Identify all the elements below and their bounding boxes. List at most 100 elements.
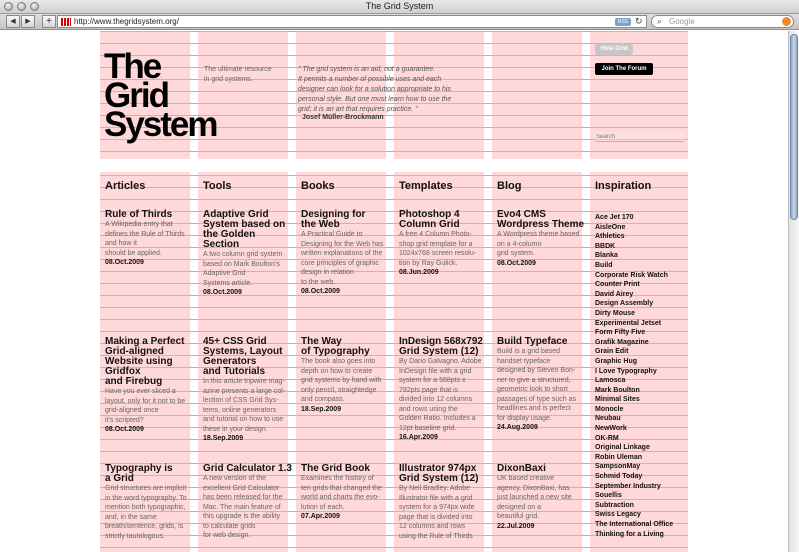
- browser-search-field[interactable]: ⌕ Google: [651, 15, 794, 28]
- section-heading-books[interactable]: Books: [301, 180, 335, 192]
- inspiration-link[interactable]: Grafik Magazine: [595, 338, 673, 348]
- inspiration-link[interactable]: Thinking for a Living: [595, 530, 673, 540]
- inspiration-link[interactable]: Neubau: [595, 414, 673, 424]
- entry-description: designed on a: [497, 503, 541, 511]
- entry-description: grid-aligned once: [105, 407, 159, 414]
- entry-title-link[interactable]: and Tutorials: [203, 367, 293, 377]
- inspiration-link[interactable]: Lamosca: [595, 376, 673, 386]
- inspiration-link[interactable]: Schmid Today: [595, 472, 673, 482]
- inspiration-link[interactable]: Dirty Mouse: [595, 309, 673, 319]
- entry-title-link[interactable]: the Web: [301, 220, 391, 230]
- entry-title-link[interactable]: of Typography: [301, 347, 391, 357]
- entry-title-link[interactable]: Wordpress Theme: [497, 220, 587, 230]
- url-text[interactable]: http://www.thegridsystem.org/: [74, 17, 179, 26]
- entry-title-link[interactable]: Grid System (12): [399, 347, 489, 357]
- entry-description: and how it: [105, 240, 137, 247]
- inspiration-link[interactable]: David Airey: [595, 290, 673, 300]
- address-bar[interactable]: http://www.thegridsystem.org/ RSS ↻: [57, 15, 647, 28]
- entry-title-link[interactable]: Column Grid: [399, 220, 489, 230]
- quote-line: " The grid system is an aid, not a guara…: [298, 66, 436, 73]
- entry-description: A free 4 Column Photo-: [399, 231, 472, 238]
- entry-title-link[interactable]: DixonBaxi: [497, 464, 587, 474]
- inspiration-link[interactable]: Minimal Sites: [595, 395, 673, 405]
- scrollbar-thumb[interactable]: [790, 34, 798, 220]
- entry-title-link[interactable]: the Golden Section: [203, 230, 293, 250]
- entry-card: Illustrator 974px Grid System (12) By Neil…: [399, 464, 489, 541]
- inspiration-link[interactable]: Monocle: [595, 405, 673, 415]
- rss-button[interactable]: RSS: [615, 18, 631, 26]
- entry-description: layout, only for it not to be: [105, 397, 186, 405]
- inspiration-link[interactable]: Subtraction: [595, 501, 673, 511]
- entry-description: 12pt baseline grid.: [399, 424, 457, 432]
- entry-title-link[interactable]: The Grid Book: [301, 464, 391, 474]
- inspiration-link[interactable]: Blanka: [595, 251, 673, 261]
- inspiration-link[interactable]: Counter Print: [595, 280, 673, 290]
- entry-description: divided into 12 columns: [399, 396, 473, 403]
- entry-date: 07.Apr.2009: [301, 513, 340, 520]
- entry-description: defines the Rule of Thirds: [105, 230, 185, 238]
- reload-icon[interactable]: ↻: [635, 16, 643, 27]
- entry-date: 16.Apr.2009: [399, 434, 438, 441]
- inspiration-link[interactable]: Form Fifty Five: [595, 328, 673, 338]
- entry-title-link[interactable]: and Firebug: [105, 377, 195, 387]
- entry-description: Adaptive Grid: [203, 270, 246, 277]
- entry-description: 12 columns and rows: [399, 523, 466, 530]
- entry-card: DixonBaxi UK based creative agency, DixonB…: [497, 464, 587, 531]
- inspiration-link[interactable]: I Love Typography: [595, 367, 673, 377]
- section-heading-tools[interactable]: Tools: [203, 180, 232, 192]
- forward-button[interactable]: ▶: [21, 15, 35, 28]
- entry-title-link[interactable]: Build Typeface: [497, 337, 587, 347]
- site-logo[interactable]: The Grid System: [104, 49, 219, 142]
- entry-description: should be applied.: [105, 249, 162, 257]
- inspiration-link[interactable]: BBDK: [595, 242, 673, 252]
- grid-gap: [100, 159, 688, 172]
- inspiration-link[interactable]: Ace Jet 170: [595, 213, 673, 223]
- inspiration-link[interactable]: Grain Edit: [595, 347, 673, 357]
- inspiration-link[interactable]: September Industry: [595, 482, 673, 492]
- inspiration-link[interactable]: AisleOne: [595, 223, 673, 233]
- join-forum-button[interactable]: Join The Forum: [595, 63, 653, 75]
- inspiration-link[interactable]: Swiss Legacy: [595, 510, 673, 520]
- section-heading-blog[interactable]: Blog: [497, 180, 521, 192]
- inspiration-link[interactable]: The International Office: [595, 520, 673, 530]
- section-heading-inspiration[interactable]: Inspiration: [595, 180, 651, 192]
- hide-grid-button[interactable]: Hide Grid: [595, 44, 633, 55]
- section-heading-templates[interactable]: Templates: [399, 180, 453, 192]
- vertical-scrollbar[interactable]: [788, 31, 799, 552]
- entry-description: passages of type such as: [497, 395, 576, 403]
- entry-card: Typography is a Grid Grid structures are i…: [105, 464, 195, 541]
- section-heading-articles[interactable]: Articles: [105, 180, 145, 192]
- back-arrow-icon: ◀: [10, 18, 16, 25]
- inspiration-link[interactable]: OK-RM: [595, 434, 673, 444]
- inspiration-link[interactable]: Mark Boulton: [595, 386, 673, 396]
- inspiration-link[interactable]: Robin Uleman: [595, 453, 673, 463]
- entry-description: geometric look to short: [497, 386, 568, 393]
- entry-description: world and charts the evo-: [301, 494, 380, 501]
- inspiration-link[interactable]: Build: [595, 261, 673, 271]
- inspiration-link[interactable]: Original Linkage: [595, 443, 673, 453]
- entry-title-link[interactable]: Grid System (12): [399, 474, 489, 484]
- inspiration-link[interactable]: Graphic Hug: [595, 357, 673, 367]
- search-engine-icon[interactable]: [782, 17, 791, 26]
- entry-description: lution of each.: [301, 503, 345, 511]
- inspiration-link[interactable]: Design Assembly: [595, 299, 673, 309]
- entry-date: 08.Jun.2009: [399, 269, 439, 276]
- entry-description: agency, DixonBaxi, has: [497, 484, 570, 492]
- back-button[interactable]: ◀: [6, 15, 20, 28]
- entry-title-link[interactable]: a Grid: [105, 474, 195, 484]
- entry-date: 18.Sep.2009: [301, 405, 342, 413]
- entry-title-link[interactable]: Grid Calculator 1.3: [203, 464, 293, 474]
- inspiration-link[interactable]: Corporate Risk Watch: [595, 271, 673, 281]
- quote-author: Josef Müller-Brockmann: [302, 114, 384, 121]
- site-search-input[interactable]: [595, 132, 684, 142]
- inspiration-link[interactable]: SampsonMay: [595, 462, 673, 472]
- add-bookmark-button[interactable]: +: [42, 15, 56, 28]
- inspiration-link[interactable]: NewWork: [595, 424, 673, 434]
- entry-card: Build Typeface Build is a grid based hands…: [497, 337, 587, 432]
- entry-description: based on Mark Boulton's: [203, 260, 280, 268]
- entry-description: Build is a grid based: [497, 348, 561, 355]
- entry-title-link[interactable]: Rule of Thirds: [105, 210, 195, 220]
- inspiration-link[interactable]: Souellis: [595, 491, 673, 501]
- inspiration-link[interactable]: Experimental Jetset: [595, 319, 673, 329]
- inspiration-link[interactable]: Athletics: [595, 232, 673, 242]
